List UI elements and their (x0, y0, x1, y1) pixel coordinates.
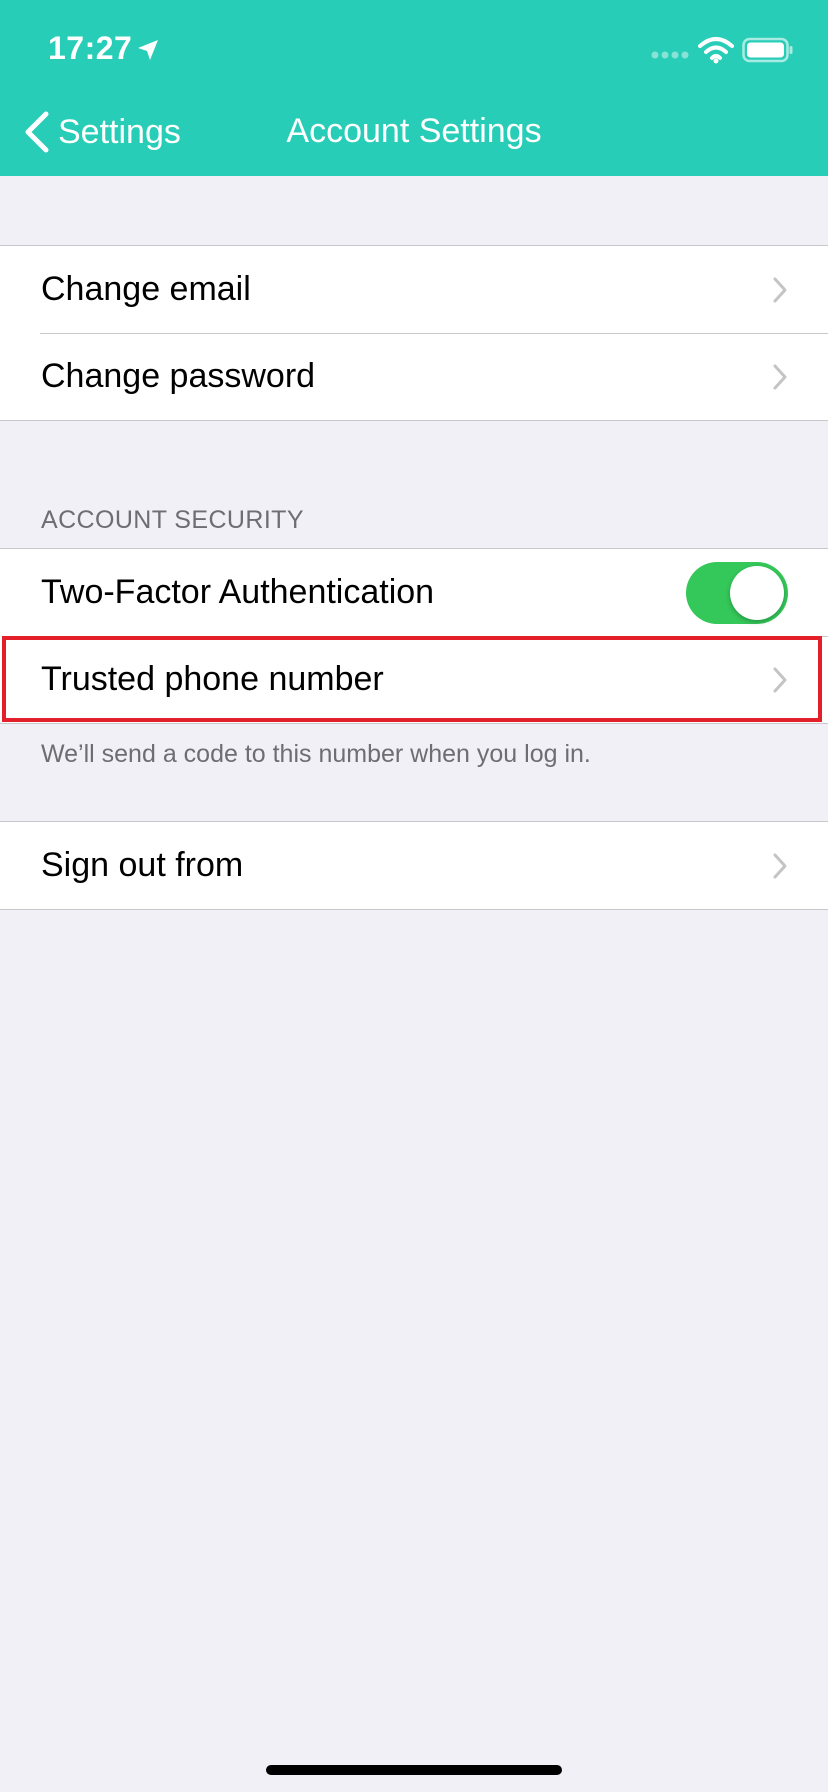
change-password-row[interactable]: Change password (0, 333, 828, 420)
two-factor-row: Two-Factor Authentication (0, 549, 828, 636)
chevron-right-icon (773, 364, 787, 389)
toggle-knob (730, 565, 784, 620)
chevron-right-icon (773, 667, 787, 692)
home-indicator[interactable] (266, 1765, 562, 1775)
account-group: Change email Change password (0, 245, 828, 421)
navigation-header: 17:27 Settings Account Settings (0, 0, 828, 176)
change-password-label: Change password (41, 357, 316, 395)
sign-out-row[interactable]: Sign out from (0, 822, 828, 909)
cellular-signal-icon (651, 51, 689, 59)
wifi-icon (698, 37, 734, 64)
sign-out-label: Sign out from (41, 846, 244, 884)
chevron-right-icon (773, 853, 787, 878)
location-arrow-icon (138, 40, 158, 60)
page-title: Account Settings (286, 112, 542, 150)
two-factor-toggle[interactable] (686, 561, 788, 624)
change-email-row[interactable]: Change email (0, 246, 828, 333)
account-security-group: Two-Factor Authentication Trusted phone … (0, 548, 828, 724)
status-time: 17:27 (48, 30, 133, 66)
sign-out-group: Sign out from (0, 821, 828, 910)
account-security-header: ACCOUNT SECURITY (41, 506, 304, 534)
change-email-label: Change email (41, 270, 251, 308)
account-security-footer: We’ll send a code to this number when yo… (41, 740, 591, 768)
chevron-right-icon (773, 277, 787, 302)
trusted-phone-label: Trusted phone number (41, 660, 384, 698)
trusted-phone-row[interactable]: Trusted phone number (0, 636, 828, 723)
two-factor-label: Two-Factor Authentication (41, 573, 435, 611)
battery-icon (742, 37, 793, 63)
